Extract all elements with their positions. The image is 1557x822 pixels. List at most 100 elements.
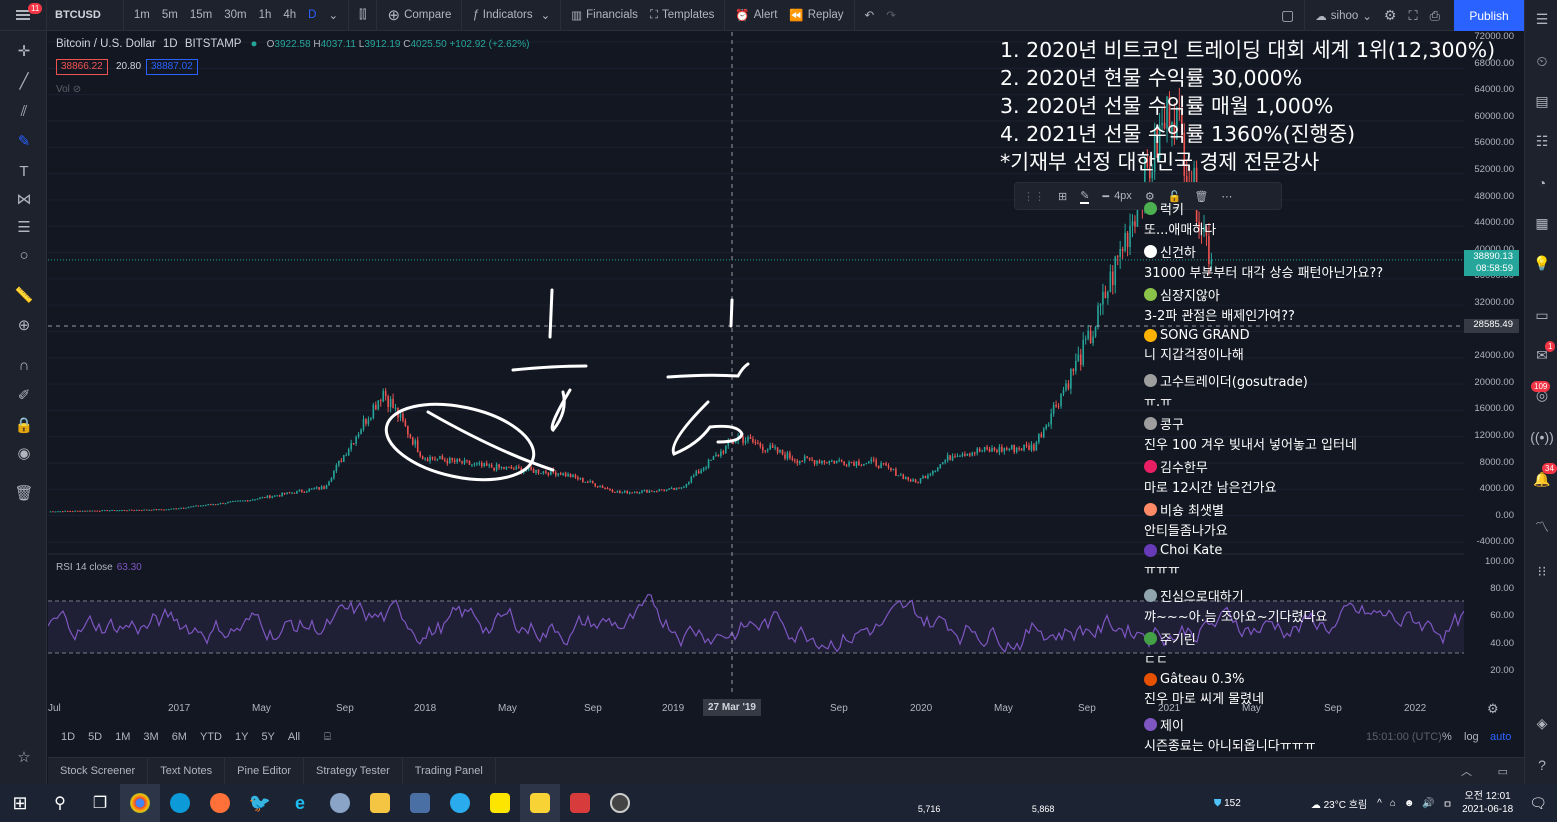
obs-icon[interactable] bbox=[600, 784, 640, 822]
interval-d-button[interactable]: D bbox=[302, 9, 322, 21]
camera-icon[interactable]: ⎙ bbox=[1424, 8, 1446, 24]
network-icon[interactable]: ⌂ bbox=[1390, 798, 1396, 809]
range-1m-button[interactable]: 1M bbox=[115, 731, 130, 743]
chevron-up-icon[interactable]: ︿ bbox=[1461, 763, 1472, 779]
replay-button[interactable]: ⏪ Replay bbox=[783, 8, 849, 22]
scripts-icon[interactable]: ⁝⁝ bbox=[1533, 562, 1551, 580]
indicators-button[interactable]: ƒ Indicators ⌄ bbox=[466, 8, 556, 22]
lock-icon[interactable]: 🔒 bbox=[14, 415, 34, 435]
interval-30m-button[interactable]: 30m bbox=[218, 9, 252, 21]
eye-icon[interactable]: ◉ bbox=[14, 443, 34, 463]
redo-icon[interactable]: ↷ bbox=[880, 8, 902, 22]
maximize-panel-icon[interactable]: ▭ bbox=[1498, 765, 1508, 778]
chevron-down-icon[interactable]: ⌄ bbox=[322, 8, 344, 22]
tab-stock-screener[interactable]: Stock Screener bbox=[48, 757, 149, 785]
volume-icon[interactable]: 🔊 bbox=[1422, 798, 1434, 809]
templates-button[interactable]: ⛶ Templates bbox=[644, 9, 720, 22]
hotlists-icon[interactable]: ☷ bbox=[1533, 132, 1551, 150]
sticky-notes-icon[interactable] bbox=[520, 784, 560, 822]
range-1d-button[interactable]: 1D bbox=[61, 731, 75, 743]
fib-icon[interactable]: ⫽ bbox=[14, 101, 34, 121]
search-icon[interactable]: ⚲ bbox=[40, 784, 80, 822]
trend-line-icon[interactable]: ╱ bbox=[14, 71, 34, 91]
telegram-icon[interactable] bbox=[440, 784, 480, 822]
broadcast-icon[interactable]: ((•)) bbox=[1530, 428, 1554, 446]
drag-handle-icon[interactable]: ⋮⋮ bbox=[1023, 190, 1045, 203]
main-menu-button[interactable]: 11 bbox=[0, 0, 47, 31]
lightbulb-icon[interactable]: 💡 bbox=[1533, 254, 1551, 272]
range-1y-button[interactable]: 1Y bbox=[235, 731, 248, 743]
chrome-icon[interactable] bbox=[120, 784, 160, 822]
compare-button[interactable]: ⊕ Compare bbox=[381, 6, 457, 24]
ruler-icon[interactable]: 📏 bbox=[14, 285, 34, 305]
calendar-icon[interactable]: ◔ bbox=[1533, 174, 1551, 192]
range-all-button[interactable]: All bbox=[288, 731, 300, 743]
pencil-color-icon[interactable]: ✎ bbox=[1080, 189, 1090, 204]
pattern-icon[interactable]: ⋈ bbox=[14, 189, 34, 209]
internet-explorer-icon[interactable]: e bbox=[280, 784, 320, 822]
publish-button[interactable]: Publish bbox=[1454, 0, 1524, 31]
task-view-icon[interactable]: ❐ bbox=[80, 784, 120, 822]
pencil-lock-icon[interactable]: ✐ bbox=[14, 385, 34, 405]
eye-off-icon[interactable]: ⊘ bbox=[73, 84, 81, 95]
text-icon[interactable]: T bbox=[14, 161, 34, 181]
watchlist-icon[interactable]: ☰ bbox=[1533, 10, 1551, 28]
prediction-icon[interactable]: ☰ bbox=[14, 217, 34, 237]
zoom-icon[interactable]: ⊕ bbox=[14, 315, 34, 335]
help-icon[interactable]: ? bbox=[1533, 756, 1551, 774]
tab-strategy-tester[interactable]: Strategy Tester bbox=[304, 757, 403, 785]
sell-price-button[interactable]: 38866.22 bbox=[56, 59, 108, 75]
data-window-icon[interactable]: ▤ bbox=[1533, 92, 1551, 110]
template-grid-icon[interactable]: ⊞ bbox=[1058, 190, 1067, 203]
buy-price-button[interactable]: 38887.02 bbox=[146, 59, 198, 75]
line-width-button[interactable]: ━ 4px bbox=[1102, 190, 1131, 203]
tab-text-notes[interactable]: Text Notes bbox=[148, 757, 226, 785]
fullscreen-icon[interactable]: ⛶ bbox=[1402, 8, 1423, 24]
ime-icon[interactable]: ㅁ bbox=[1443, 796, 1452, 811]
undo-icon[interactable]: ↶ bbox=[859, 8, 881, 22]
range-5d-button[interactable]: 5D bbox=[88, 731, 102, 743]
edge-icon[interactable] bbox=[160, 784, 200, 822]
magnet-icon[interactable]: ∩ bbox=[14, 355, 34, 375]
app-red-icon[interactable] bbox=[560, 784, 600, 822]
calculator-icon[interactable] bbox=[400, 784, 440, 822]
range-3m-button[interactable]: 3M bbox=[143, 731, 158, 743]
interval-4h-button[interactable]: 4h bbox=[277, 9, 302, 21]
windows-start-icon[interactable]: ⊞ bbox=[0, 784, 40, 822]
layout-select-icon[interactable]: ▢ bbox=[1275, 7, 1300, 24]
user-icon[interactable]: ☻ bbox=[1404, 798, 1415, 809]
firefox-icon[interactable] bbox=[200, 784, 240, 822]
twitter-icon[interactable]: 🐦 bbox=[240, 784, 280, 822]
layers-icon[interactable]: ◈ bbox=[1533, 714, 1551, 732]
tray-viewers[interactable]: ⛊ 152 bbox=[1214, 798, 1241, 809]
shapes-icon[interactable]: ○ bbox=[14, 245, 34, 265]
app-icon[interactable] bbox=[320, 784, 360, 822]
tab-pine-editor[interactable]: Pine Editor bbox=[225, 757, 304, 785]
notification-center-icon[interactable]: 🗨 bbox=[1529, 795, 1547, 812]
layout-name-button[interactable]: ☁ sihoo ⌄ bbox=[1309, 9, 1378, 23]
clock[interactable]: 오전 12:01 2021-06-18 bbox=[1462, 790, 1513, 816]
file-explorer-icon[interactable] bbox=[360, 784, 400, 822]
chart-type-candles-icon[interactable]: ⫿⫿ bbox=[353, 9, 372, 22]
alerts-clock-icon[interactable]: ⏲ bbox=[1533, 52, 1551, 70]
star-icon[interactable]: ☆ bbox=[14, 747, 34, 767]
interval-1h-button[interactable]: 1h bbox=[253, 9, 278, 21]
brush-icon[interactable]: ✎ bbox=[14, 131, 34, 151]
kakaotalk-icon[interactable] bbox=[480, 784, 520, 822]
chevron-up-icon[interactable]: ^ bbox=[1377, 798, 1382, 809]
alert-button[interactable]: ⏰ Alert bbox=[729, 8, 783, 22]
trash-icon[interactable]: 🗑 bbox=[14, 483, 34, 503]
interval-15m-button[interactable]: 15m bbox=[184, 9, 218, 21]
trend-icon[interactable]: 〽 bbox=[1533, 518, 1551, 536]
financials-button[interactable]: ▥ Financials bbox=[565, 8, 644, 22]
grid-icon[interactable]: ▦ bbox=[1533, 214, 1551, 232]
range-ytd-button[interactable]: YTD bbox=[200, 731, 222, 743]
gear-icon[interactable]: ⚙ bbox=[1378, 7, 1403, 24]
tab-trading-panel[interactable]: Trading Panel bbox=[403, 757, 496, 785]
crosshair-icon[interactable]: ✛ bbox=[14, 41, 34, 61]
range-6m-button[interactable]: 6M bbox=[172, 731, 187, 743]
chat-icon[interactable]: ▭ bbox=[1533, 306, 1551, 324]
weather-widget[interactable]: ☁ 23°C 흐림 bbox=[1311, 796, 1367, 811]
symbol-search[interactable]: BTCUSD bbox=[47, 9, 119, 21]
interval-5m-button[interactable]: 5m bbox=[156, 9, 184, 21]
